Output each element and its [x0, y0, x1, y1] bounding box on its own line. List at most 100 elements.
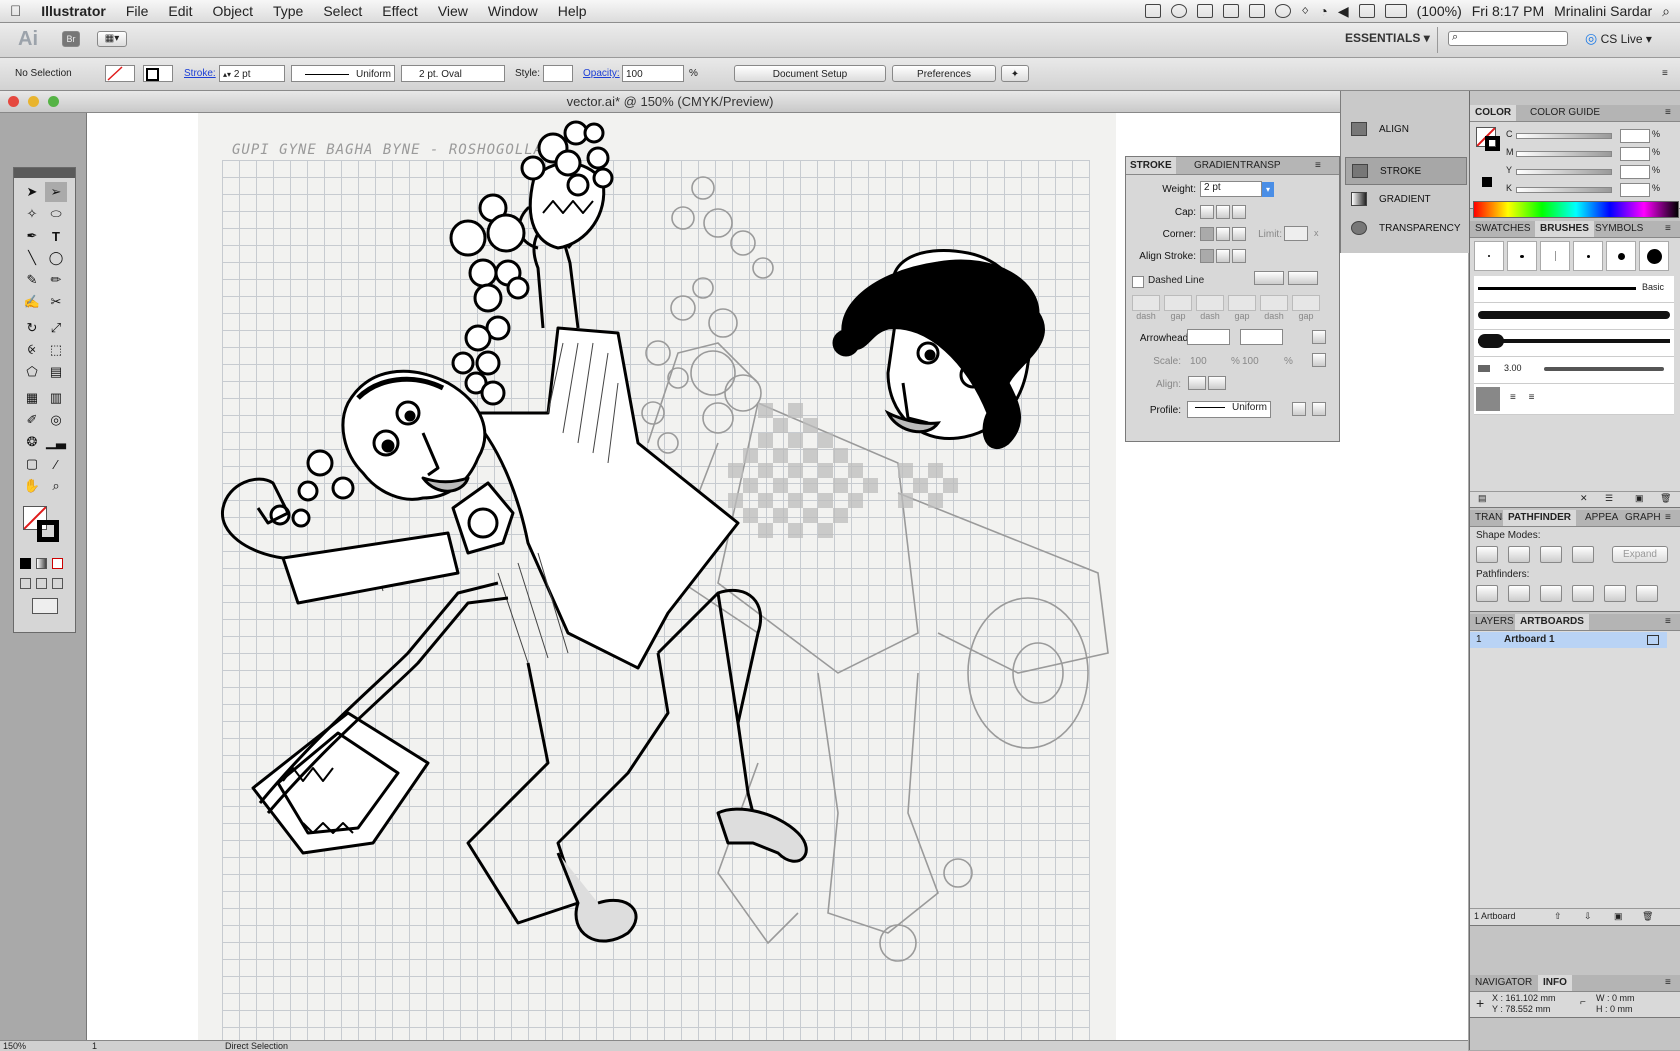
delete-brush-icon[interactable]: 🗑	[1660, 493, 1671, 504]
tab-color-guide[interactable]: COLOR GUIDE	[1525, 105, 1605, 121]
artwork-canvas[interactable]	[198, 113, 1116, 1050]
exclude-icon[interactable]	[1572, 546, 1594, 563]
status-tray-icon[interactable]	[1144, 4, 1161, 18]
opacity-label[interactable]: Opacity:	[583, 65, 620, 82]
minus-back-icon[interactable]	[1636, 585, 1658, 602]
gradient-tool-icon[interactable]: ▥	[45, 388, 67, 408]
round-join-icon[interactable]	[1216, 227, 1230, 241]
brush-options-icon[interactable]: ☰	[1605, 493, 1613, 504]
brush-3pt[interactable]: 3.00	[1474, 357, 1674, 384]
artboard-row[interactable]: 1 Artboard 1	[1470, 632, 1667, 648]
brush-dot-2-icon[interactable]	[1507, 241, 1537, 271]
line-tool-icon[interactable]: ╲	[21, 248, 43, 268]
document-setup-button[interactable]: Document Setup	[734, 65, 886, 82]
round-cap-icon[interactable]	[1216, 205, 1230, 219]
brush-charcoal[interactable]	[1474, 303, 1674, 330]
stroke-label[interactable]: Stroke:	[184, 65, 216, 82]
ellipse-tool-icon[interactable]: ◯	[45, 248, 67, 268]
brush-libraries-icon[interactable]: ▤	[1478, 493, 1487, 504]
brush-dot-5-icon[interactable]	[1606, 241, 1636, 271]
new-artboard-icon[interactable]: ▣	[1614, 911, 1623, 922]
user-name[interactable]: Mrinalini Sardar	[1554, 3, 1652, 19]
channel-m-slider[interactable]	[1516, 151, 1612, 157]
swap-arrowheads-icon[interactable]	[1312, 330, 1326, 344]
gap-field-2[interactable]	[1228, 295, 1256, 311]
channel-c-slider[interactable]	[1516, 133, 1612, 139]
panel-menu-icon[interactable]: ≡	[1660, 510, 1676, 526]
shape-builder-tool-icon[interactable]: ⬠	[21, 362, 43, 382]
dash-field-3[interactable]	[1260, 295, 1288, 311]
menu-view[interactable]: View	[428, 3, 478, 19]
gradient-mode-icon[interactable]	[36, 558, 47, 569]
channel-c-input[interactable]	[1620, 129, 1650, 143]
paw-tray-icon[interactable]	[1196, 4, 1213, 18]
paintbrush-tool-icon[interactable]: ✎	[21, 270, 43, 290]
gap-field-1[interactable]	[1164, 295, 1192, 311]
channel-y-slider[interactable]	[1516, 169, 1612, 175]
tab-stroke[interactable]: STROKE	[1126, 157, 1176, 174]
wifi-icon[interactable]: ◔	[1319, 3, 1327, 19]
flip-across-icon[interactable]	[1312, 402, 1326, 416]
magic-wand-tool-icon[interactable]: ✧	[21, 204, 43, 224]
brush-dot-4-icon[interactable]	[1573, 241, 1603, 271]
crop-icon[interactable]	[1572, 585, 1594, 602]
brush-dot-6-icon[interactable]	[1639, 241, 1669, 271]
dash-field-2[interactable]	[1196, 295, 1224, 311]
brush-dot-1-icon[interactable]	[1474, 241, 1504, 271]
tab-artboards[interactable]: ARTBOARDS	[1515, 614, 1589, 630]
graphic-style-select[interactable]	[543, 65, 573, 82]
brush-definition-select[interactable]: 2 pt. Oval	[401, 65, 505, 82]
dashed-line-checkbox[interactable]	[1132, 276, 1144, 288]
draw-normal-icon[interactable]	[20, 578, 31, 589]
artboard-options-icon[interactable]	[1647, 635, 1659, 645]
type-tool-icon[interactable]: T	[45, 226, 67, 246]
menu-help[interactable]: Help	[548, 3, 597, 19]
column-graph-tool-icon[interactable]: ▁▃	[45, 432, 67, 452]
hand-tool-icon[interactable]: ✋	[21, 476, 43, 496]
lasso-tool-icon[interactable]: ⬭	[45, 204, 67, 224]
none-mode-icon[interactable]	[52, 558, 63, 569]
tab-pathfinder[interactable]: PATHFINDER	[1503, 510, 1576, 526]
tab-graphic-styles[interactable]: GRAPH	[1620, 510, 1666, 526]
arrowhead-end-select[interactable]	[1240, 329, 1283, 345]
align-inside-icon[interactable]	[1216, 249, 1230, 263]
brush-pattern[interactable]: ≡ ≡	[1474, 384, 1674, 415]
pen-tool-icon[interactable]: ✒	[21, 226, 43, 246]
blob-brush-tool-icon[interactable]: ✍	[21, 292, 43, 312]
intersect-icon[interactable]	[1540, 546, 1562, 563]
flip-along-icon[interactable]	[1292, 402, 1306, 416]
tab-swatches[interactable]: SWATCHES	[1470, 221, 1536, 237]
mesh-tool-icon[interactable]: ▦	[21, 388, 43, 408]
profile-select[interactable]: Uniform	[1187, 401, 1271, 418]
tab-transparency[interactable]: TRANSP	[1236, 157, 1285, 174]
screen-mode-button[interactable]	[32, 598, 58, 614]
new-brush-icon[interactable]: ▣	[1635, 493, 1644, 504]
eyedropper-tool-icon[interactable]: ✐	[21, 410, 43, 430]
help-search-input[interactable]	[1448, 31, 1568, 46]
miter-join-icon[interactable]	[1200, 227, 1214, 241]
apple-icon[interactable]: 	[0, 3, 31, 20]
link-scale-icon[interactable]	[1312, 353, 1326, 367]
fill-swatch[interactable]	[105, 65, 135, 82]
bevel-join-icon[interactable]	[1232, 227, 1246, 241]
trim-icon[interactable]	[1508, 585, 1530, 602]
dock-stroke[interactable]: STROKE	[1345, 157, 1467, 185]
preferences-button[interactable]: Preferences	[892, 65, 996, 82]
menu-object[interactable]: Object	[203, 3, 263, 19]
zoom-tool-icon[interactable]: ⌕	[45, 476, 67, 496]
scissors-tool-icon[interactable]: ✂	[45, 292, 67, 312]
unite-icon[interactable]	[1476, 546, 1498, 563]
clock[interactable]: Fri 8:17 PM	[1472, 3, 1544, 19]
selection-tool-icon[interactable]: ➤	[21, 182, 43, 202]
arrowhead-start-select[interactable]	[1187, 329, 1230, 345]
outline-icon[interactable]	[1604, 585, 1626, 602]
stroke-swatch[interactable]	[143, 65, 173, 82]
panel-menu-icon[interactable]: ≡	[1660, 221, 1676, 237]
channel-m-input[interactable]	[1620, 147, 1650, 161]
dock-align[interactable]: ALIGN	[1345, 116, 1465, 142]
panel-menu-icon[interactable]: ≡	[1660, 975, 1676, 991]
bridge-button[interactable]: Br	[62, 31, 80, 47]
brush-basic[interactable]: Basic	[1474, 276, 1674, 303]
cs-tray-icon[interactable]	[1222, 4, 1239, 18]
battery-icon[interactable]	[1384, 4, 1407, 18]
